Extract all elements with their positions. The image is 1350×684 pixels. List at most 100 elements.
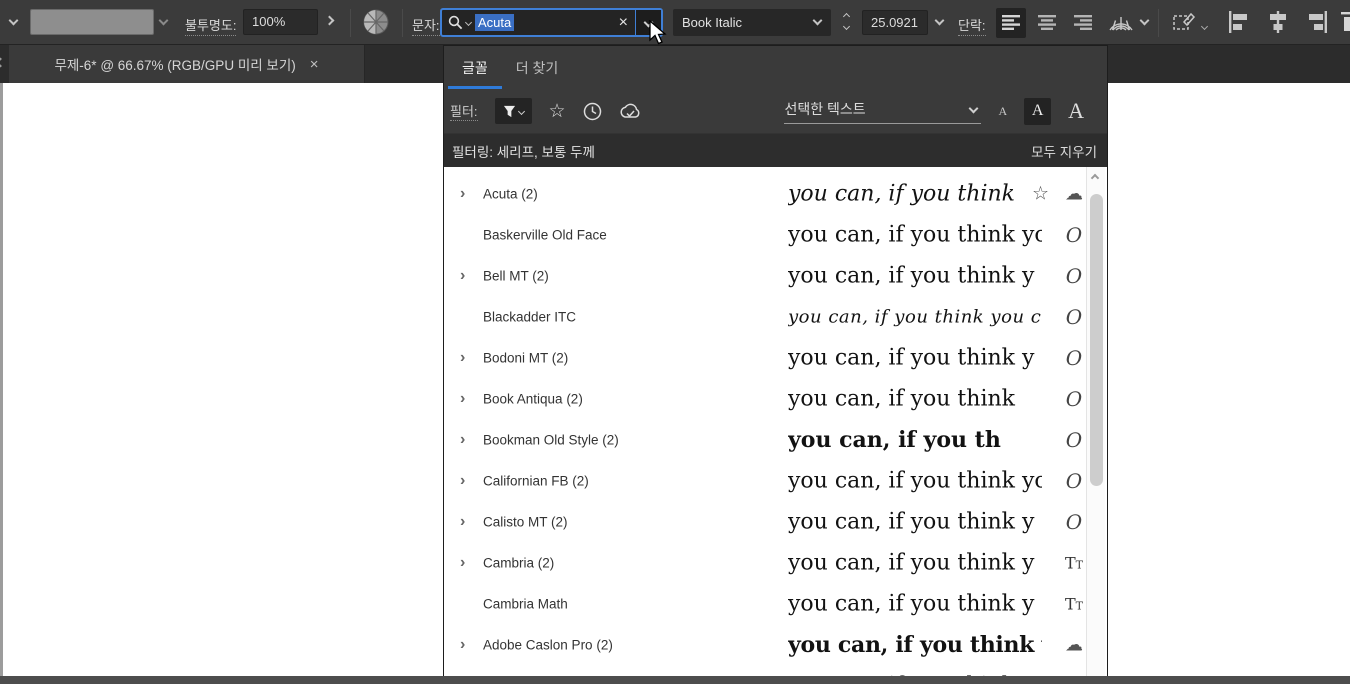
align-left-button[interactable]: [996, 8, 1026, 38]
font-preview-sample: you can, if you think you ca: [788, 306, 1042, 327]
toolbar-separator: [1158, 9, 1159, 37]
font-preview-sample: you can, if you think yo: [788, 222, 1042, 247]
expand-arrow-icon[interactable]: ›: [460, 636, 465, 654]
active-filters-bar: 필터링: 세리프, 보통 두께 모두 지우기: [444, 133, 1107, 167]
font-name: Bell MT (2): [483, 268, 549, 283]
align-right-button[interactable]: [1068, 8, 1098, 38]
tab-scroll-left-icon[interactable]: [0, 58, 5, 68]
preview-size-small-button[interactable]: A: [998, 104, 1007, 119]
tab-close-icon[interactable]: ×: [310, 56, 319, 73]
expand-arrow-icon[interactable]: ›: [460, 472, 465, 490]
align-left-edges-icon[interactable]: [1226, 10, 1250, 34]
expand-arrow-icon[interactable]: ›: [460, 513, 465, 531]
funnel-icon: [503, 105, 516, 118]
warp-text-icon[interactable]: [1108, 12, 1134, 32]
toolbar-separator: [350, 9, 351, 37]
font-name: Californian FB (2): [483, 473, 589, 488]
font-list-item[interactable]: › Californian FB (2) you can, if you thi…: [444, 460, 1107, 501]
tool-preset-chevron-icon[interactable]: [9, 16, 19, 26]
font-type-icon: O: [1060, 510, 1088, 534]
font-list-item[interactable]: › Adobe Caslon Pro (2) you can, if you t…: [444, 624, 1107, 665]
size-chevron-icon[interactable]: [935, 16, 945, 26]
font-name: Adobe Caslon Pro (2): [483, 637, 613, 652]
font-type-icon: ☁: [1060, 634, 1088, 655]
align-center-button[interactable]: [1032, 8, 1062, 38]
favorite-star-icon[interactable]: ☆: [1032, 182, 1049, 205]
filter-classes-button[interactable]: [495, 98, 532, 124]
align-right-edges-icon[interactable]: [1306, 10, 1330, 34]
expand-arrow-icon[interactable]: ›: [460, 349, 465, 367]
font-list-item[interactable]: › Bodoni MT (2) you can, if you think y …: [444, 337, 1107, 378]
filter-label: 필터:: [450, 101, 478, 121]
filter-row: 필터: ☆ 선택한 텍스트 A A A: [444, 89, 1107, 133]
size-step-down-icon[interactable]: [843, 23, 850, 30]
search-selected-text[interactable]: Acuta: [475, 14, 514, 31]
scope-chevron-icon: [969, 104, 979, 114]
blend-mode-dropdown[interactable]: [30, 9, 154, 35]
font-type-icon: O: [1060, 223, 1088, 247]
preview-size-large-button[interactable]: A: [1068, 98, 1084, 124]
font-type-icon: O: [1060, 387, 1088, 411]
font-list-item[interactable]: › Calisto MT (2) you can, if you think y…: [444, 501, 1107, 542]
preview-size-medium-button[interactable]: A: [1024, 98, 1051, 125]
tab-find-more[interactable]: 더 찾기: [502, 46, 573, 89]
dropdown-chevron-icon[interactable]: [159, 16, 169, 26]
expand-arrow-icon[interactable]: ›: [460, 185, 465, 203]
font-preview-sample: you can, if you think y: [788, 591, 1042, 616]
opacity-expand-chevron-icon[interactable]: [325, 16, 335, 26]
mouse-cursor: [648, 20, 667, 46]
clear-search-icon[interactable]: ×: [612, 15, 635, 31]
expand-arrow-icon[interactable]: ›: [460, 390, 465, 408]
font-list-item[interactable]: › Book Antiqua (2) you can, if you think…: [444, 378, 1107, 419]
search-icon: [448, 15, 463, 30]
preview-scope-dropdown[interactable]: 선택한 텍스트: [784, 99, 981, 124]
font-name: Bodoni MT (2): [483, 350, 568, 365]
font-size-field[interactable]: 25.0921: [862, 10, 928, 35]
align-horizontal-centers-icon[interactable]: [1266, 10, 1290, 34]
size-step-up-icon[interactable]: [843, 13, 850, 20]
font-name: Baskerville Old Face: [483, 227, 607, 242]
font-list-item[interactable]: › Cambria Math you can, if you think y ☆…: [444, 583, 1107, 624]
expand-arrow-icon[interactable]: ›: [460, 267, 465, 285]
font-name: Cambria Math: [483, 596, 568, 611]
warp-chevron-icon: [1140, 16, 1150, 26]
character-label: 문자:: [412, 15, 440, 36]
recent-fonts-clock-icon[interactable]: [583, 102, 602, 121]
font-list-item[interactable]: › Cambria (2) you can, if you think y ☆ …: [444, 542, 1107, 583]
font-name: Blackadder ITC: [483, 309, 576, 324]
font-preview-sample: you can, if you think: [788, 181, 1042, 206]
search-scope-chevron-icon[interactable]: [465, 19, 472, 26]
tab-fonts[interactable]: 글꼴: [448, 46, 502, 89]
font-style-dropdown[interactable]: Book Italic: [673, 9, 831, 36]
font-type-icon: O: [1060, 305, 1088, 329]
font-preview-sample: you can, if you think: [788, 386, 1042, 411]
panel-tabs: 글꼴 더 찾기: [444, 46, 1107, 89]
font-name: Book Antiqua (2): [483, 391, 583, 406]
clear-all-filters-button[interactable]: 모두 지우기: [1031, 141, 1097, 161]
font-list-item[interactable]: › Bell MT (2) you can, if you think y ☆ …: [444, 255, 1107, 296]
font-type-icon: O: [1060, 346, 1088, 370]
font-type-icon: TT: [1060, 594, 1088, 613]
font-list-item[interactable]: › Baskerville Old Face you can, if you t…: [444, 214, 1107, 255]
favorites-filter-star-icon[interactable]: ☆: [549, 102, 566, 121]
font-list-item[interactable]: › Blackadder ITC you can, if you think y…: [444, 296, 1107, 337]
active-filters-text: 필터링: 세리프, 보통 두께: [452, 141, 595, 161]
font-list-item[interactable]: › Bookman Old Style (2) you can, if you …: [444, 419, 1107, 460]
font-type-icon: ☁: [1060, 183, 1088, 204]
adobe-fonts-cloud-icon[interactable]: [619, 103, 641, 119]
opacity-field[interactable]: 100%: [243, 9, 318, 35]
font-list-item[interactable]: › Acuta (2) you can, if you think ☆ ☁: [444, 173, 1107, 214]
bottom-strip: [0, 676, 1350, 684]
opacity-label[interactable]: 불투명도:: [185, 15, 236, 36]
font-type-icon: O: [1060, 264, 1088, 288]
sphere-icon[interactable]: [362, 8, 390, 36]
font-preview-sample: you can, if you think y: [788, 550, 1042, 575]
align-top-edges-icon[interactable]: [1340, 10, 1350, 34]
font-search-input[interactable]: Acuta ×: [440, 8, 663, 37]
artboard-icon[interactable]: [1172, 11, 1196, 33]
font-type-icon: TT: [1060, 553, 1088, 572]
document-tab[interactable]: 무제-6* @ 66.67% (RGB/GPU 미리 보기) ×: [9, 45, 365, 83]
expand-arrow-icon[interactable]: ›: [460, 554, 465, 572]
expand-arrow-icon[interactable]: ›: [460, 431, 465, 449]
font-preview-sample: you can, if you think y: [788, 345, 1042, 370]
